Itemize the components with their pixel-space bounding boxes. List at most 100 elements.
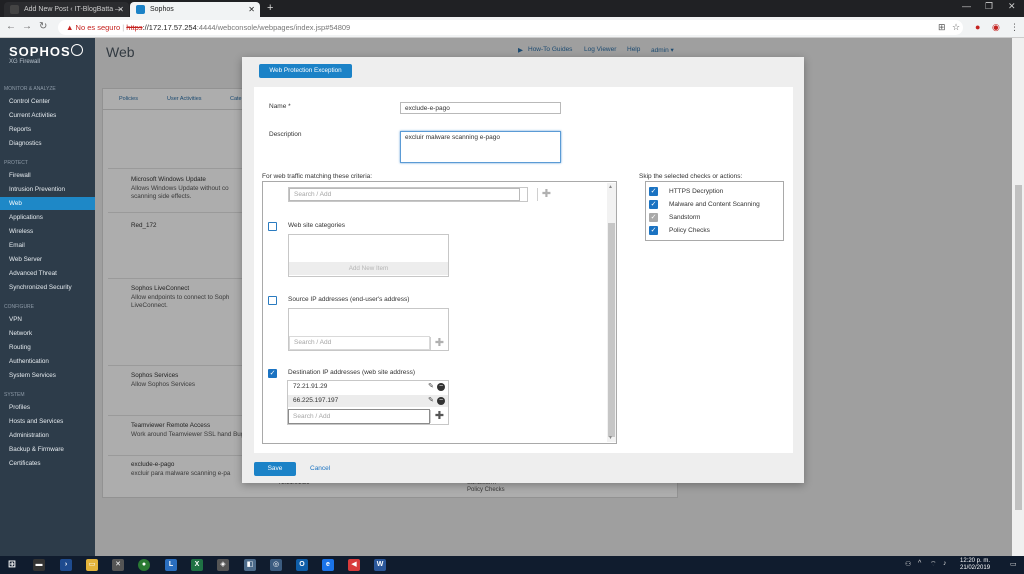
brand-logo: SOPHOS — [9, 44, 71, 59]
app-icon[interactable]: ◈ — [217, 559, 229, 571]
skip-label: Skip the selected checks or actions: — [639, 173, 743, 180]
sidebar-item-certificates[interactable]: Certificates — [0, 457, 95, 470]
edit-icon[interactable]: ✎ — [428, 395, 434, 407]
edge-icon[interactable]: e — [322, 559, 334, 571]
wifi-icon[interactable]: ⌔ — [930, 560, 937, 569]
sidebar-item-system-services[interactable]: System Services — [0, 369, 95, 382]
security-warning[interactable]: No es seguro — [76, 23, 121, 32]
sidebar-item-vpn[interactable]: VPN — [0, 313, 95, 326]
wordpress-favicon-icon — [10, 5, 19, 14]
criteria-scrollbar[interactable]: ▲ ▼ — [607, 183, 616, 442]
edit-icon[interactable]: ✎ — [428, 381, 434, 393]
remote-desktop-icon[interactable]: ◧ — [244, 559, 256, 571]
scroll-up-icon[interactable]: ▲ — [608, 184, 613, 190]
sidebar-item-profiles[interactable]: Profiles — [0, 401, 95, 414]
close-icon[interactable]: ✕ — [117, 2, 124, 17]
file-explorer-icon[interactable]: ▭ — [86, 559, 98, 571]
browser-tab-sophos[interactable]: Sophos ✕ — [130, 2, 260, 17]
sidebar-item-routing[interactable]: Routing — [0, 341, 95, 354]
sidebar-item-reports[interactable]: Reports — [0, 123, 95, 136]
translate-icon[interactable]: ⊞ — [938, 22, 946, 33]
sandstorm-checkbox: ✓ — [649, 213, 658, 222]
reload-icon[interactable]: ↻ — [39, 21, 47, 32]
close-icon[interactable]: ✕ — [248, 2, 255, 17]
media-app-icon[interactable]: ◀ — [348, 559, 360, 571]
windows-start-icon[interactable]: ⊞ — [6, 559, 18, 571]
sidebar-item-wireless[interactable]: Wireless — [0, 225, 95, 238]
clock-time: 12:20 p. m. — [960, 558, 991, 564]
sidebar-item-web-server[interactable]: Web Server — [0, 253, 95, 266]
forward-icon[interactable]: → — [22, 21, 32, 32]
section-heading-monitor: MONITOR & ANALYZE — [4, 86, 56, 92]
outlook-icon[interactable]: O — [296, 559, 308, 571]
add-icon[interactable]: ✚ — [537, 188, 555, 201]
add-icon[interactable]: ✚ — [430, 410, 448, 423]
profile-icon[interactable]: ● — [975, 22, 980, 32]
source-ip-placeholder: Search / Add — [294, 339, 332, 346]
sidebar-item-network[interactable]: Network — [0, 327, 95, 340]
sidebar-item-backup-firmware[interactable]: Backup & Firmware — [0, 443, 95, 456]
policy-checks-checkbox[interactable]: ✓ — [649, 226, 658, 235]
word-icon[interactable]: W — [374, 559, 386, 571]
address-bar[interactable]: ▲ No es seguro | https://172.17.57.254:4… — [58, 20, 963, 35]
page-scrollbar-thumb[interactable] — [1015, 185, 1022, 510]
window-close-icon[interactable]: ✕ — [1008, 1, 1016, 12]
excel-icon[interactable]: X — [191, 559, 203, 571]
description-field[interactable]: excluir malware scanning e-pago — [400, 131, 561, 163]
clock[interactable]: 12:20 p. m. 21/02/2019 — [960, 558, 990, 572]
destination-ip-item[interactable]: 72.21.91.29 ✎ − — [288, 381, 448, 393]
add-new-item-button[interactable]: Add New Item — [289, 262, 448, 275]
https-decryption-checkbox[interactable]: ✓ — [649, 187, 658, 196]
source-ip-search-input[interactable]: Search / Add — [289, 336, 430, 350]
notifications-icon[interactable]: ▭ — [1010, 560, 1017, 568]
browser-tab-blog[interactable]: Add New Post ‹ IT-BlogBatta — W ✕ — [4, 2, 129, 28]
sidebar-item-firewall[interactable]: Firewall — [0, 169, 95, 182]
remove-icon[interactable]: − — [437, 383, 445, 391]
network-app-icon[interactable]: ◎ — [270, 559, 282, 571]
chrome-icon[interactable]: ● — [138, 559, 150, 571]
sidebar-item-web[interactable]: Web — [0, 197, 95, 210]
cancel-button[interactable]: Cancel — [310, 465, 330, 472]
sidebar-item-advanced-threat[interactable]: Advanced Threat — [0, 267, 95, 280]
malware-scanning-checkbox[interactable]: ✓ — [649, 200, 658, 209]
menu-icon[interactable]: ⋮ — [1010, 22, 1019, 33]
source-ip-checkbox[interactable] — [268, 296, 277, 305]
sidebar-item-intrusion-prevention[interactable]: Intrusion Prevention — [0, 183, 95, 196]
sidebar-item-current-activities[interactable]: Current Activities — [0, 109, 95, 122]
destination-ip-search-input[interactable]: Search / Add — [288, 409, 430, 424]
tools-icon[interactable]: ✕ — [112, 559, 124, 571]
sidebar-item-synchronized-security[interactable]: Synchronized Security — [0, 281, 95, 294]
add-icon[interactable]: ✚ — [430, 337, 448, 350]
destination-ip-item[interactable]: 66.225.197.197 ✎ − — [288, 395, 448, 407]
sidebar-item-email[interactable]: Email — [0, 239, 95, 252]
criteria-scrollbar-thumb[interactable] — [608, 223, 615, 437]
star-icon[interactable]: ☆ — [952, 22, 960, 33]
clock-date: 21/02/2019 — [960, 565, 991, 571]
back-icon[interactable]: ← — [6, 21, 16, 32]
lync-icon[interactable]: L — [165, 559, 177, 571]
volume-icon[interactable]: ♪ — [943, 560, 947, 567]
section-heading-system: SYSTEM — [4, 392, 25, 398]
sidebar-item-diagnostics[interactable]: Diagnostics — [0, 137, 95, 150]
sidebar-item-administration[interactable]: Administration — [0, 429, 95, 442]
restore-icon[interactable]: ❐ — [985, 1, 993, 12]
sidebar-item-applications[interactable]: Applications — [0, 211, 95, 224]
terminal-icon[interactable]: ▬ — [33, 559, 45, 571]
remove-icon[interactable]: − — [437, 397, 445, 405]
destination-ip-checkbox[interactable]: ✓ — [268, 369, 277, 378]
minimize-icon[interactable]: — — [962, 1, 971, 11]
save-button[interactable]: Save — [254, 462, 296, 476]
tray-up-icon[interactable]: ^ — [918, 560, 921, 567]
sidebar-item-control-center[interactable]: Control Center — [0, 95, 95, 108]
categories-checkbox[interactable] — [268, 222, 277, 231]
scroll-down-icon[interactable]: ▼ — [608, 435, 613, 441]
new-tab-icon[interactable]: + — [267, 2, 273, 14]
powershell-icon[interactable]: › — [60, 559, 72, 571]
criteria-search-input[interactable]: Search / Add — [289, 188, 520, 201]
profile-avatar-icon[interactable]: ◉ — [992, 22, 1000, 33]
people-icon[interactable]: ⚇ — [905, 560, 911, 568]
name-field[interactable]: exclude-e-pago — [400, 102, 561, 114]
sidebar-item-hosts-and-services[interactable]: Hosts and Services — [0, 415, 95, 428]
sidebar-item-authentication[interactable]: Authentication — [0, 355, 95, 368]
browser-toolbar: ← → ↻ ▲ No es seguro | https://172.17.57… — [0, 17, 1024, 38]
